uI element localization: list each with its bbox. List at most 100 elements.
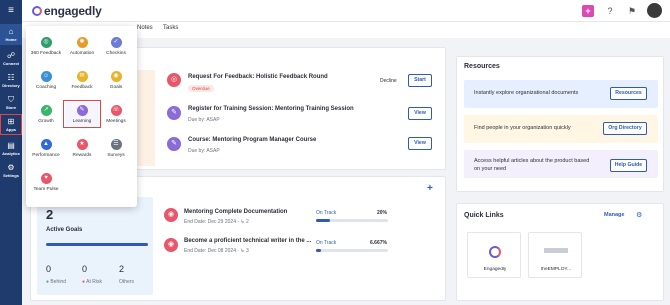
goal-percent: 20% xyxy=(377,210,388,216)
add-icon[interactable]: + xyxy=(582,5,594,17)
add-goal-icon[interactable]: + xyxy=(427,183,433,194)
feedback-360-icon: ◎ xyxy=(40,37,52,48)
growth-icon: ↗ xyxy=(40,105,52,116)
goal-meta: End Date: Dec 08 2024 · ↳ 3 xyxy=(184,248,249,254)
nav-item-apps[interactable]: ⊞ Apps xyxy=(0,114,22,135)
apps-menu-item-team-pulse[interactable]: ♥ Team Pulse xyxy=(29,170,63,194)
apps-menu-item-surveys[interactable]: ☰ Surveys xyxy=(99,136,133,160)
task-due: Due by: ASAP xyxy=(188,117,220,123)
task-title[interactable]: Course: Mentoring Program Manager Course xyxy=(188,137,316,143)
stat-label-at-risk: ● At Risk xyxy=(82,279,102,285)
resources-row-text: Instantly explore organizational documen… xyxy=(474,90,579,96)
nav-label: Store xyxy=(5,104,17,110)
manage-link[interactable]: Manage xyxy=(604,212,624,218)
top-bar: engagedly + ? ⚑ xyxy=(22,0,670,22)
feedback-task-icon: ◎ xyxy=(167,73,181,87)
engagedly-logo-icon xyxy=(489,246,501,258)
surveys-icon: ☰ xyxy=(110,139,122,150)
apps-menu-item-360-feedback[interactable]: ◎ 360 Feedback xyxy=(29,34,63,58)
apps-menu-item-learning[interactable]: ✎ Learning xyxy=(63,100,101,128)
task-due: Due by: ASAP xyxy=(188,148,220,154)
resources-row: Access helpful articles about the produc… xyxy=(464,150,658,178)
stat-value: 0 xyxy=(82,264,88,274)
help-guide-button[interactable]: Help Guide xyxy=(610,159,647,172)
org-directory-button[interactable]: Org Directory xyxy=(603,122,647,135)
view-button[interactable]: View xyxy=(408,107,432,120)
home-icon: ⌂ xyxy=(8,26,14,36)
nav-item-home[interactable]: ⌂ Home xyxy=(0,24,22,45)
goal-title[interactable]: Mentoring Complete Documentation xyxy=(184,209,287,215)
quick-link-tile[interactable]: Engagedly xyxy=(467,232,521,278)
nav-item-store[interactable]: ⛉ Store xyxy=(0,92,22,113)
connect-icon: ☍ xyxy=(6,50,16,60)
nav-label: Apps xyxy=(6,126,16,132)
tab-tasks[interactable]: Tasks xyxy=(163,25,178,31)
goal-progress-fill xyxy=(316,249,321,252)
goals-progress-bar xyxy=(46,243,148,246)
apps-menu-item-performance[interactable]: ▲ Performance xyxy=(29,136,63,160)
apps-menu-label: Growth xyxy=(38,119,54,124)
nav-label: Connect xyxy=(3,60,19,66)
resources-button[interactable]: Resources xyxy=(610,87,647,100)
apps-menu-label: Rewards xyxy=(72,153,92,158)
learning-icon: ✎ xyxy=(76,105,88,116)
overdue-badge: Overdue xyxy=(188,85,214,92)
apps-menu-label: 360 Feedback xyxy=(30,51,62,56)
apps-menu-item-coaching[interactable]: ☺ Coaching xyxy=(29,68,63,92)
stat-label-others: Others xyxy=(119,279,135,285)
task-title[interactable]: Request For Feedback: Holistic Feedback … xyxy=(188,74,328,80)
stat-label-behind: ● Behind xyxy=(46,279,66,285)
training-task-icon: ✎ xyxy=(167,106,181,120)
apps-menu-item-growth[interactable]: ↗ Growth xyxy=(29,102,63,126)
active-goals-count: 2 xyxy=(46,207,54,222)
apps-menu-item-goals[interactable]: ◉ Goals xyxy=(99,68,133,92)
nav-label: Directory xyxy=(2,82,20,88)
nav-item-analytics[interactable]: ▤ Analytics xyxy=(0,138,22,159)
nav-item-settings[interactable]: ⚙ Settings xyxy=(0,160,22,181)
settings-icon: ⚙ xyxy=(7,162,15,172)
tab-notes[interactable]: Notes xyxy=(137,25,153,31)
view-button[interactable]: View xyxy=(408,137,432,150)
active-goals-summary: 2 Active Goals 0 ● Behind 0 ● At Risk 2 … xyxy=(37,197,153,295)
apps-menu-label: Meetings xyxy=(106,119,126,124)
goal-status: On Track xyxy=(316,210,337,216)
quick-link-label: Engagedly xyxy=(483,267,507,272)
logo-mark-icon xyxy=(32,6,42,16)
apps-menu-item-automation[interactable]: ✺ Automation xyxy=(65,34,99,58)
meetings-icon: ☏ xyxy=(110,105,122,116)
stat-value: 2 xyxy=(119,264,125,274)
apps-menu-item-checkins[interactable]: ✓ Checkins xyxy=(99,34,133,58)
resources-row: Instantly explore organizational documen… xyxy=(464,80,658,108)
left-nav: ≡ ⌂ Home ☍ Connect ☷ Directory ⛉ Store ⊞… xyxy=(0,0,22,305)
avatar[interactable] xyxy=(647,3,662,18)
goal-title[interactable]: Become a proficient technical writer in … xyxy=(184,238,311,244)
rewards-icon: ★ xyxy=(76,139,88,150)
decline-link[interactable]: Decline xyxy=(380,78,397,84)
menu-icon[interactable]: ≡ xyxy=(0,0,22,20)
apps-menu-item-feedback[interactable]: ✉ Feedback xyxy=(65,68,99,92)
apps-menu-item-meetings[interactable]: ☏ Meetings xyxy=(99,102,133,126)
store-icon: ⛉ xyxy=(8,94,14,104)
quick-link-tile[interactable]: theEMPLOY... xyxy=(528,232,582,278)
start-button[interactable]: Start xyxy=(408,74,432,87)
flag-icon[interactable]: ⚑ xyxy=(626,5,638,17)
task-title[interactable]: Register for Training Session: Mentoring… xyxy=(188,106,354,112)
apps-menu-item-rewards[interactable]: ★ Rewards xyxy=(65,136,99,160)
goal-status: On Track xyxy=(316,240,337,246)
goal-progress-fill xyxy=(316,219,331,222)
feedback-icon: ✉ xyxy=(76,71,88,82)
goal-icon: ◉ xyxy=(164,238,178,252)
resources-row-text: Access helpful articles about the produc… xyxy=(474,158,590,172)
engagedly-logo[interactable]: engagedly xyxy=(32,4,102,18)
settings-icon[interactable]: ⚙ xyxy=(636,211,642,219)
help-icon[interactable]: ? xyxy=(604,5,616,17)
logo-text: engagedly xyxy=(44,4,102,18)
analytics-icon: ▤ xyxy=(7,140,15,150)
course-task-icon: ✎ xyxy=(167,137,181,151)
nav-item-connect[interactable]: ☍ Connect xyxy=(0,48,22,69)
apps-menu-label: Checkins xyxy=(106,51,126,56)
nav-item-directory[interactable]: ☷ Directory xyxy=(0,70,22,91)
apps-menu-label: Surveys xyxy=(107,153,125,158)
goal-meta: End Date: Dec 29 2024 · ↳ 2 xyxy=(184,219,249,225)
quick-link-label: theEMPLOY... xyxy=(540,267,572,272)
